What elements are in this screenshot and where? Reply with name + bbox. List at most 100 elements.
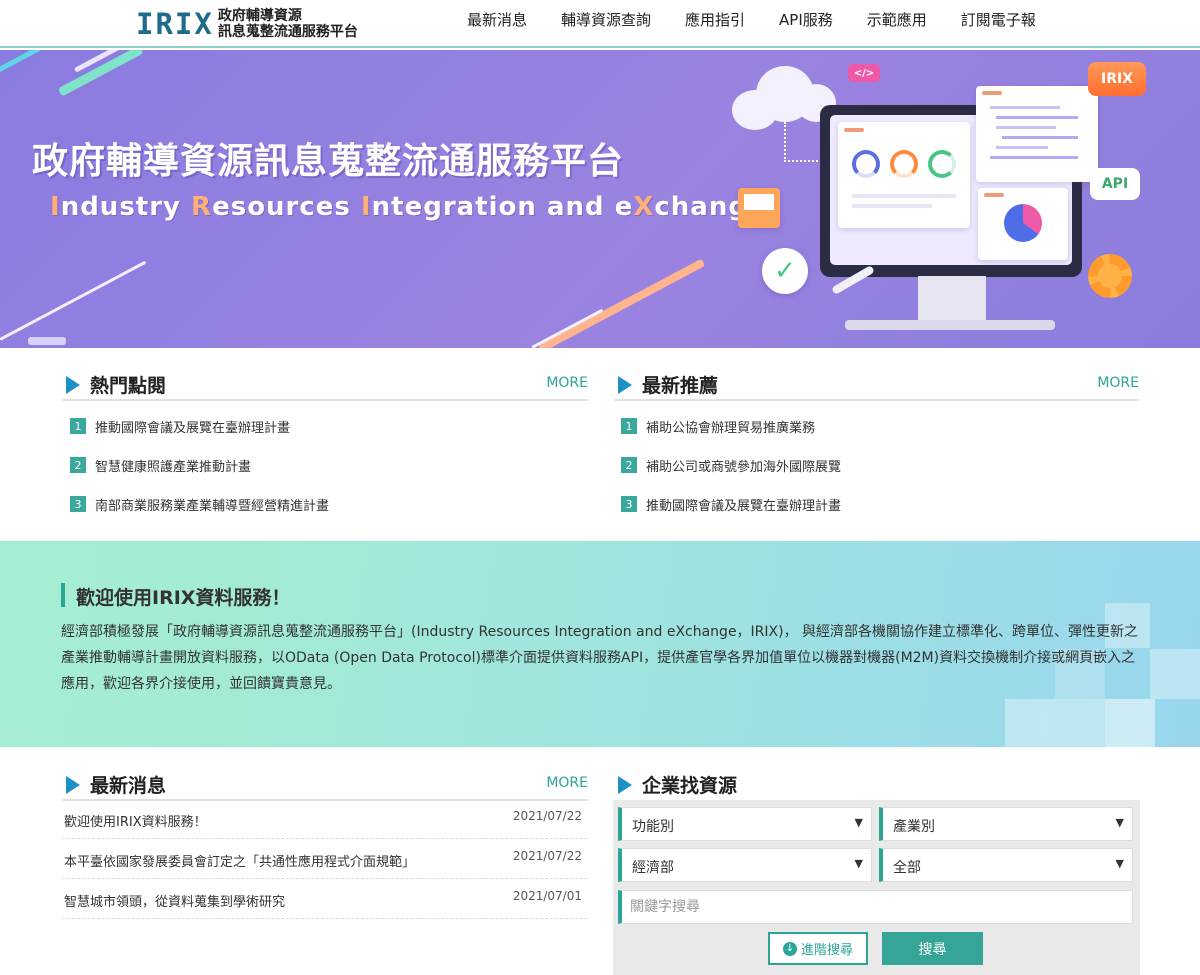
chevron-down-icon: ▼ (1115, 816, 1124, 829)
logo-line-2: 訊息蒐整流通服務平台 (217, 24, 358, 40)
news-item-title: 智慧城市領頭，從資料蒐集到學術研究 (64, 895, 286, 910)
rank-number: 2 (70, 457, 86, 473)
rank-text: 推動國際會議及展覽在臺辦理計畫 (646, 498, 842, 514)
code-line (990, 106, 1060, 109)
keyword-search-input[interactable] (618, 890, 1133, 924)
logo-mark: IRIX (136, 7, 214, 41)
popular-item[interactable]: 2 智慧健康照護產業推動計畫 (70, 455, 251, 475)
agency-select-value: 全部 (893, 860, 921, 876)
rank-number: 3 (621, 496, 637, 512)
advanced-search-label: 進階搜尋 (800, 943, 853, 958)
pie-chart-icon (1004, 204, 1042, 242)
mail-letter (744, 194, 774, 210)
search-section-header: 企業找資源 (614, 771, 1139, 801)
ministry-select-value: 經濟部 (632, 860, 674, 876)
recommend-item[interactable]: 3 推動國際會議及展覽在臺辦理計畫 (621, 494, 841, 514)
code-window-card (976, 86, 1098, 182)
news-item[interactable]: 歡迎使用IRIX資料服務！ 2021/07/22 (62, 799, 588, 839)
check-icon: ✓ (762, 248, 808, 294)
recommend-more-link[interactable]: MORE (1097, 375, 1139, 391)
deco-stripe (531, 308, 604, 348)
deco-stripe (0, 260, 147, 341)
mail-icon (738, 188, 780, 228)
banner-subtitle: Industry Resources Integration and eXcha… (50, 192, 767, 222)
ministry-select[interactable]: 經濟部 ▼ (618, 848, 872, 882)
news-section-header: 最新消息 MORE (62, 771, 588, 801)
nav-latest-news[interactable]: 最新消息 (467, 9, 527, 30)
chevron-down-icon: ▼ (1115, 857, 1124, 870)
chart-ring-icon (928, 150, 956, 178)
news-item[interactable]: 智慧城市領頭，從資料蒐集到學術研究 2021/07/01 (62, 879, 588, 919)
recommend-item[interactable]: 1 補助公協會辦理貿易推廣業務 (621, 416, 815, 436)
pie-chart-card (978, 188, 1068, 260)
rank-number: 2 (621, 457, 637, 473)
rank-number: 1 (621, 418, 637, 434)
rank-text: 推動國際會議及展覽在臺辦理計畫 (95, 420, 291, 436)
search-button[interactable]: 搜尋 (882, 932, 983, 965)
nav-subscribe[interactable]: 訂閱電子報 (961, 9, 1036, 30)
welcome-title: 歡迎使用IRIX資料服務！ (61, 583, 290, 609)
rank-text: 南部商業服務業產業輔導暨經營精進計畫 (95, 498, 330, 514)
deco-square (1105, 699, 1155, 747)
window-dots (982, 91, 1002, 95)
news-more-link[interactable]: MORE (546, 775, 588, 791)
hero-banner: 政府輔導資源訊息蒐整流通服務平台 Industry Resources Inte… (0, 50, 1200, 348)
deco-stripe (538, 258, 706, 348)
popular-item[interactable]: 3 南部商業服務業產業輔導暨經營精進計畫 (70, 494, 329, 514)
section-arrow-icon (66, 776, 80, 794)
rank-number: 3 (70, 496, 86, 512)
recommend-title: 最新推薦 (642, 375, 719, 397)
section-arrow-icon (618, 776, 632, 794)
news-item-title: 歡迎使用IRIX資料服務！ (64, 815, 207, 830)
function-select-value: 功能別 (632, 819, 674, 835)
welcome-band: 歡迎使用IRIX資料服務！ 經濟部積極發展「政府輔導資源訊息蒐整流通服務平台」(… (0, 541, 1200, 747)
industry-select[interactable]: 產業別 ▼ (879, 807, 1133, 841)
industry-select-value: 產業別 (893, 819, 935, 835)
subtitle-initial: X (633, 192, 655, 222)
function-select[interactable]: 功能別 ▼ (618, 807, 872, 841)
subtitle-word: ndustry (60, 192, 192, 222)
section-arrow-icon (66, 376, 80, 394)
subtitle-word: ntegration and e (371, 192, 634, 222)
irix-badge: IRIX (1088, 62, 1146, 96)
recommend-section-header: 最新推薦 MORE (614, 371, 1139, 401)
deco-square (1150, 649, 1200, 699)
news-item-date: 2021/07/22 (512, 809, 582, 823)
welcome-body: 經濟部積極發展「政府輔導資源訊息蒐整流通服務平台」(Industry Resou… (61, 624, 1139, 692)
main-nav: 最新消息 輔導資源查詢 應用指引 API服務 示範應用 訂閱電子報 (450, 0, 1053, 38)
nav-resource-search[interactable]: 輔導資源查詢 (561, 9, 651, 30)
text-line (852, 194, 956, 198)
monitor-stand (918, 276, 986, 322)
news-item[interactable]: 本平臺依國家發展委員會訂定之「共通性應用程式介面規範」 2021/07/22 (62, 839, 588, 879)
search-title: 企業找資源 (642, 775, 738, 797)
chevron-down-icon: ▼ (854, 816, 863, 829)
news-item-date: 2021/07/01 (512, 889, 582, 903)
text-line (852, 204, 932, 208)
nav-demo[interactable]: 示範應用 (867, 9, 927, 30)
deco-stripe (28, 337, 66, 345)
section-arrow-icon (618, 376, 632, 394)
window-dots (844, 128, 864, 132)
chart-ring-icon (890, 150, 918, 178)
popular-more-link[interactable]: MORE (546, 375, 588, 391)
popular-item[interactable]: 1 推動國際會議及展覽在臺辦理計畫 (70, 416, 290, 436)
dotted-connector (784, 122, 822, 162)
popular-section-header: 熱門點閱 MORE (62, 371, 588, 401)
popular-title: 熱門點閱 (90, 375, 167, 397)
code-line (996, 116, 1078, 119)
subtitle-word: esources (212, 192, 361, 222)
subtitle-initial: I (360, 192, 372, 222)
advanced-search-button[interactable]: ↓ 進階搜尋 (768, 932, 868, 965)
site-logo[interactable]: IRIX 政府輔導資源 訊息蒐整流通服務平台 (136, 4, 358, 44)
nav-guide[interactable]: 應用指引 (685, 9, 745, 30)
dashboard-card (838, 122, 970, 228)
news-item-title: 本平臺依國家發展委員會訂定之「共通性應用程式介面規範」 (64, 855, 416, 870)
nav-api[interactable]: API服務 (779, 9, 833, 30)
recommend-item[interactable]: 2 補助公司或商號參加海外國際展覽 (621, 455, 841, 475)
rank-number: 1 (70, 418, 86, 434)
news-item-date: 2021/07/22 (512, 849, 582, 863)
logo-line-1: 政府輔導資源 (217, 8, 302, 24)
agency-select[interactable]: 全部 ▼ (879, 848, 1133, 882)
arrow-down-circle-icon: ↓ (782, 941, 797, 956)
rank-text: 補助公司或商號參加海外國際展覽 (646, 459, 842, 475)
